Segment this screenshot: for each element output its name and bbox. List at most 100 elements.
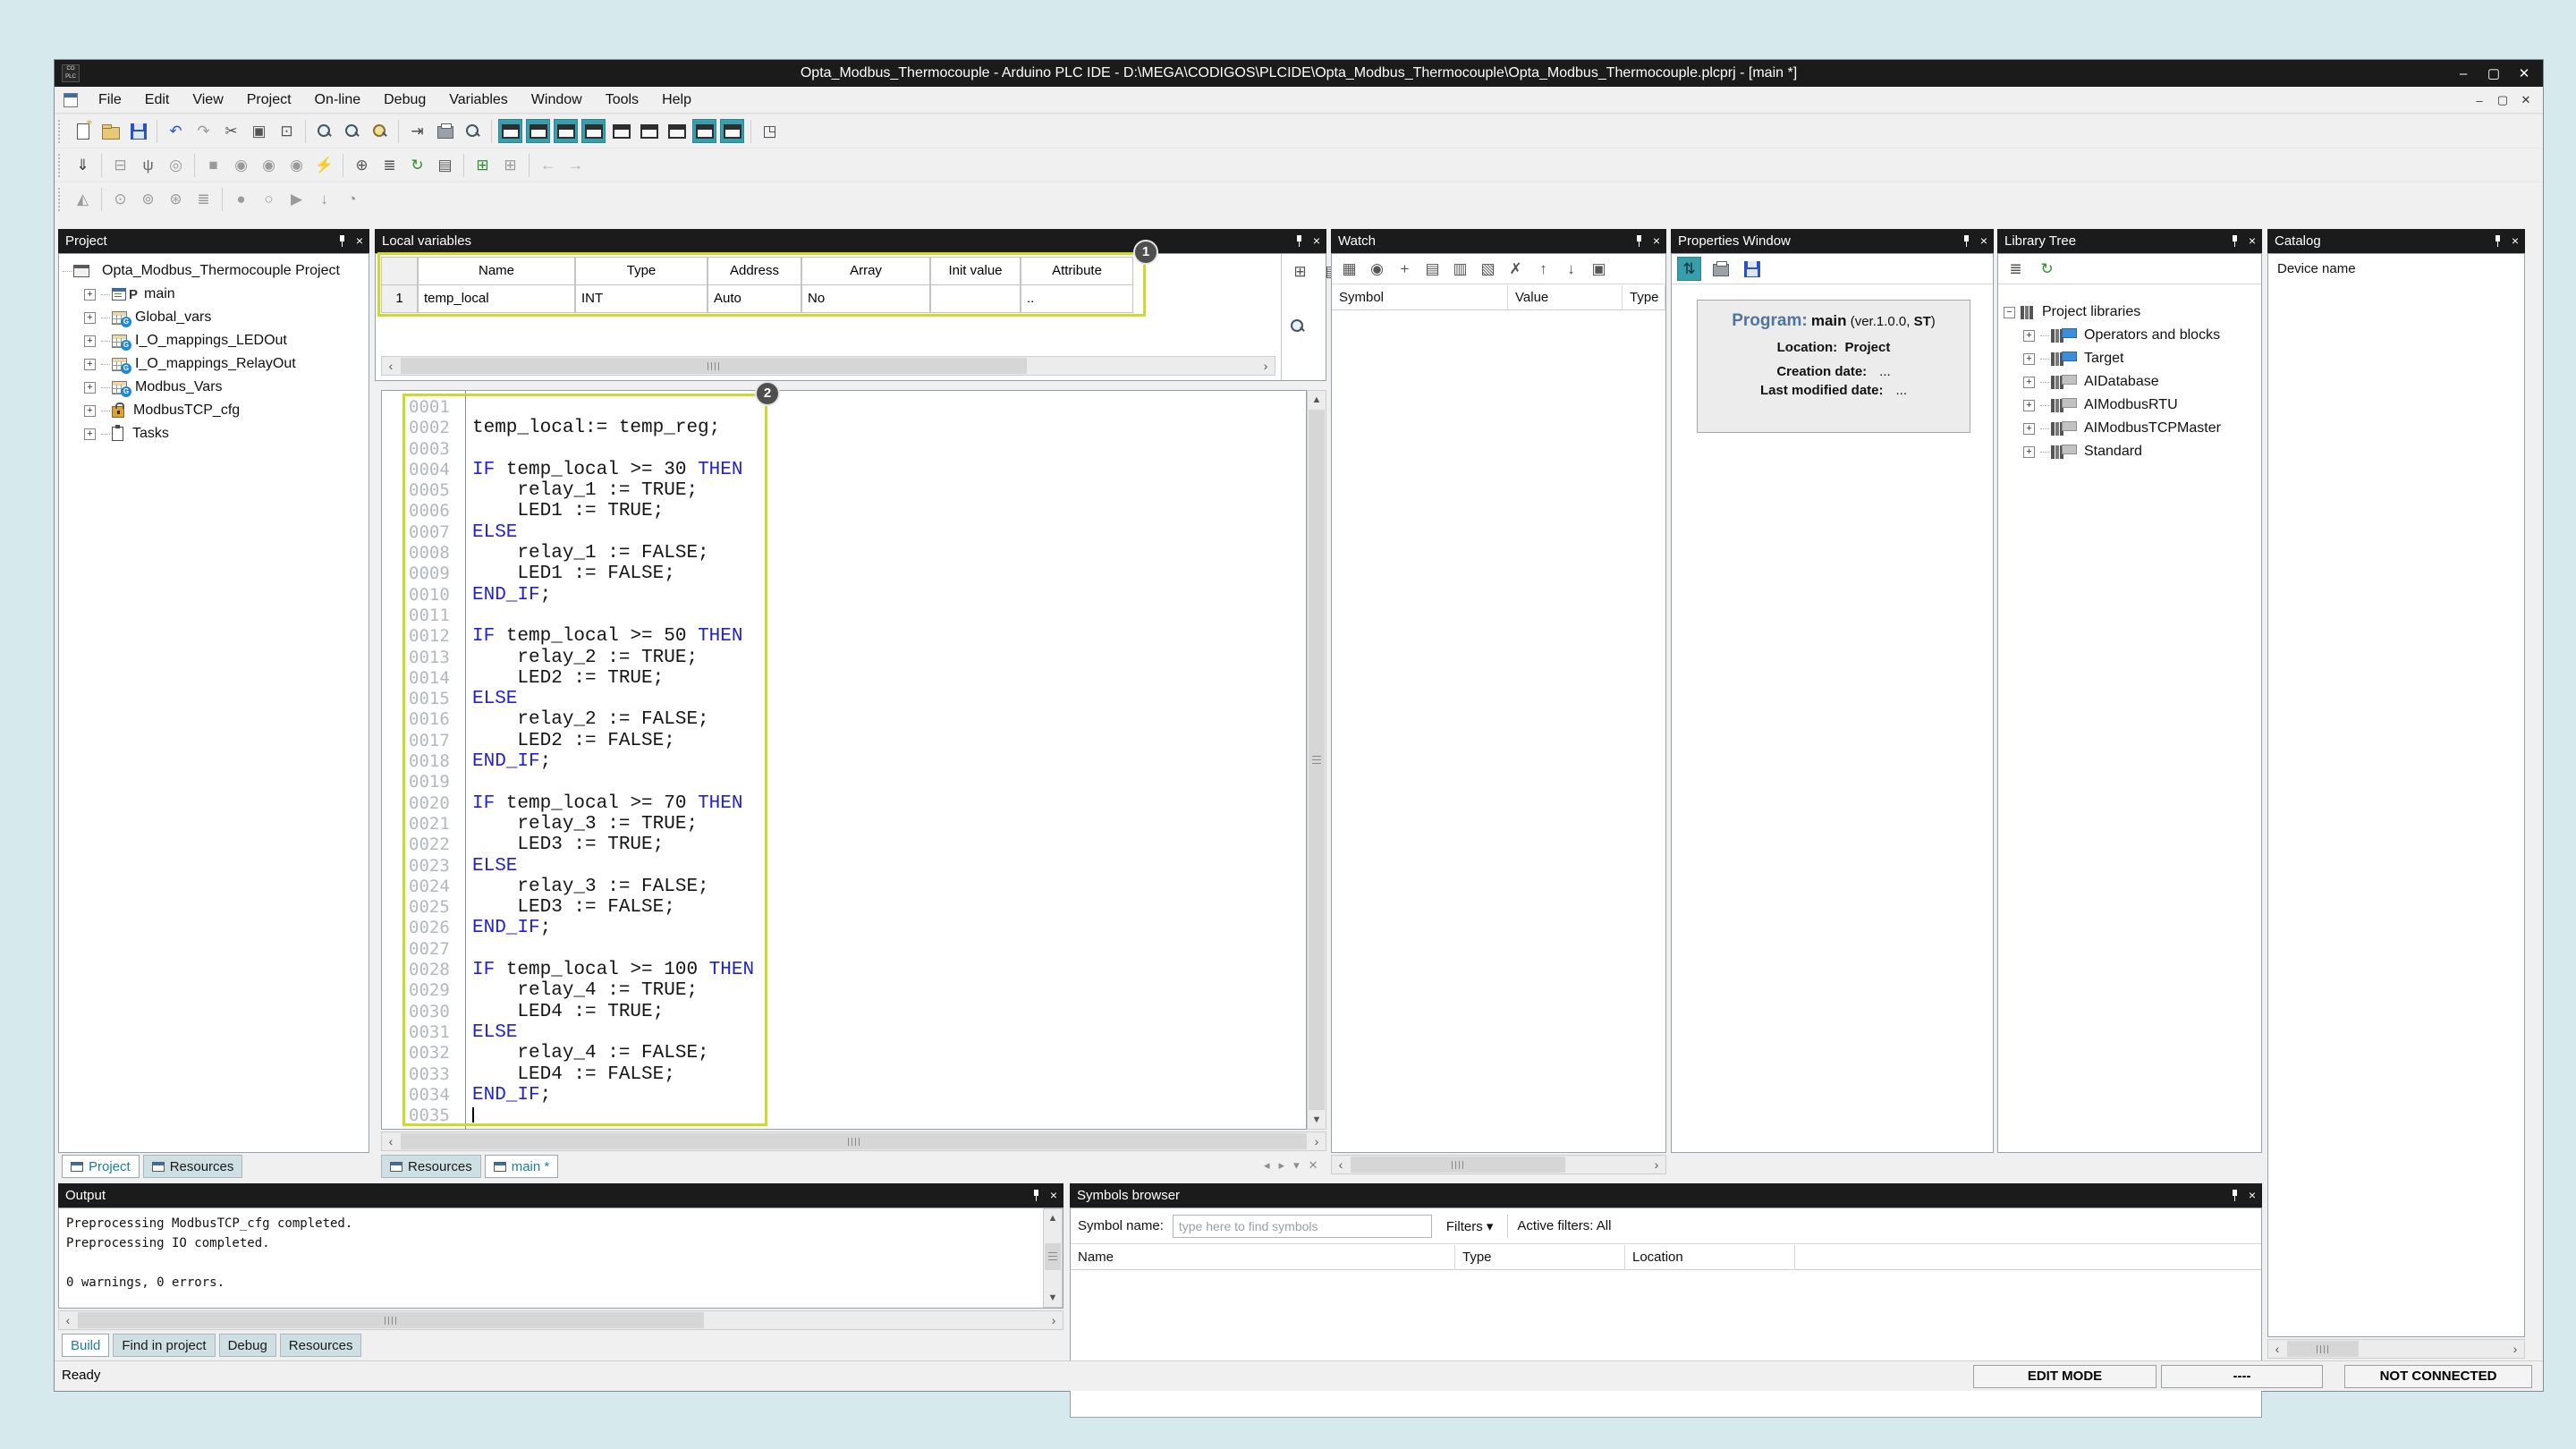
pin-icon[interactable] <box>1962 235 1970 247</box>
tab-debug[interactable]: Debug <box>219 1334 276 1357</box>
code-line[interactable]: LED3 := FALSE; <box>472 897 754 918</box>
clear-watch-icon[interactable]: ✗ <box>1504 257 1528 281</box>
graphic-trigger-icon[interactable]: ◉ <box>284 153 309 177</box>
load-watch-list-icon[interactable]: ▥ <box>1448 257 1472 281</box>
code-line[interactable]: IF temp_local >= 70 THEN <box>472 793 754 814</box>
tab-resources[interactable]: Resources <box>381 1155 481 1178</box>
tree-item-tasks[interactable]: +Tasks <box>63 422 369 445</box>
tab-build[interactable]: Build <box>62 1334 109 1357</box>
symbol-search-input[interactable] <box>1173 1215 1432 1238</box>
find-in-project-icon[interactable] <box>368 119 392 143</box>
code-line[interactable]: relay_3 := FALSE; <box>472 877 754 897</box>
io-view-icon[interactable]: ▤ <box>433 153 457 177</box>
expand-icon[interactable]: + <box>2023 446 2035 458</box>
library-item-aimodbustcpmaster[interactable]: +AIModbusTCPMaster <box>2004 417 2261 440</box>
output-vscrollbar[interactable]: ▲▼ <box>1043 1208 1063 1308</box>
tab-main[interactable]: main * <box>485 1155 559 1178</box>
attach-libraries-icon[interactable]: ≣ <box>377 153 402 177</box>
code-line[interactable]: LED3 := TRUE; <box>472 835 754 855</box>
pin-icon[interactable] <box>1295 235 1303 247</box>
toggle-project-window-icon[interactable] <box>498 119 522 143</box>
cell-address[interactable]: Auto <box>708 284 801 313</box>
halt-icon[interactable]: ■ <box>201 153 225 177</box>
code-line[interactable]: IF temp_local >= 30 THEN <box>472 460 754 480</box>
cut-icon[interactable]: ✂ <box>219 119 243 143</box>
menu-tools[interactable]: Tools <box>594 87 650 114</box>
toolbar-handle[interactable] <box>58 120 64 143</box>
code-line[interactable]: relay_1 := FALSE; <box>472 543 754 564</box>
close-icon[interactable]: × <box>356 229 363 253</box>
toggle-library-window-icon[interactable] <box>554 119 578 143</box>
download-code-icon[interactable]: ⇓ <box>71 153 95 177</box>
code-line[interactable]: LED2 := TRUE; <box>472 668 754 689</box>
add-symbol-icon[interactable]: + <box>1393 257 1417 281</box>
pin-icon[interactable] <box>1635 235 1643 247</box>
browse-resources-icon[interactable]: ⊕ <box>350 153 374 177</box>
toggle-watch-window-icon[interactable] <box>581 119 606 143</box>
expand-icon[interactable]: + <box>2023 353 2035 365</box>
save-watch-list-icon[interactable]: ▤ <box>1420 257 1445 281</box>
pin-icon[interactable] <box>2231 235 2239 247</box>
code-line[interactable]: IF temp_local >= 100 THEN <box>472 960 754 980</box>
new-project-icon[interactable] <box>71 119 95 143</box>
library-root-item[interactable]: −Project libraries <box>2004 301 2261 324</box>
navigate-back-icon[interactable]: ← <box>536 153 560 177</box>
tree-item-modbustcp_cfg[interactable]: +ModbusTCP_cfg <box>63 399 369 422</box>
refresh-library-icon[interactable]: ↻ <box>2035 257 2059 281</box>
expand-icon[interactable]: + <box>84 428 96 440</box>
live-debug-icon[interactable]: ⊙ <box>108 187 132 211</box>
code-line[interactable] <box>472 606 754 626</box>
expand-icon[interactable]: + <box>84 289 96 301</box>
navigate-forward-icon[interactable]: → <box>564 153 588 177</box>
mdi-minimize-button[interactable]: – <box>2468 94 2491 107</box>
code-line[interactable]: LED1 := TRUE; <box>472 501 754 521</box>
toggle-source-editor-icon[interactable] <box>692 119 716 143</box>
project-root-item[interactable]: Opta_Modbus_Thermocouple Project <box>63 259 369 283</box>
library-item-standard[interactable]: +Standard <box>2004 440 2261 463</box>
code-line[interactable]: IF temp_local >= 50 THEN <box>472 626 754 647</box>
move-down-icon[interactable]: ↓ <box>1559 257 1583 281</box>
paste-icon[interactable]: ⊡ <box>275 119 299 143</box>
tab-resources[interactable]: Resources <box>280 1334 362 1357</box>
code-line[interactable]: relay_3 := TRUE; <box>472 814 754 835</box>
close-icon[interactable]: × <box>2249 1183 2256 1208</box>
code-line[interactable]: LED2 := FALSE; <box>472 731 754 751</box>
print-icon[interactable] <box>433 119 457 143</box>
insert-record-icon[interactable]: ⊞ <box>470 153 495 177</box>
cell-array[interactable]: No <box>801 284 930 313</box>
editor-hscrollbar[interactable]: ‹› <box>381 1131 1326 1151</box>
toggle-oscilloscope-window-icon[interactable] <box>609 119 633 143</box>
toggle-properties-window-icon[interactable] <box>526 119 550 143</box>
save-project-icon[interactable] <box>126 119 150 143</box>
lock-watch-icon[interactable]: ◉ <box>1365 257 1389 281</box>
copy-icon[interactable]: ▣ <box>247 119 271 143</box>
filters-button[interactable]: Filters ▾ <box>1441 1216 1499 1236</box>
code-line[interactable]: END_IF; <box>472 751 754 772</box>
menu-online[interactable]: On-line <box>303 87 373 114</box>
debug-options-icon[interactable]: ⊛ <box>164 187 188 211</box>
redo-icon[interactable]: ↷ <box>191 119 216 143</box>
categorized-view-icon[interactable]: ⇅ <box>1677 257 1701 281</box>
save-watch-as-icon[interactable]: ▧ <box>1476 257 1500 281</box>
code-line[interactable] <box>472 772 754 792</box>
connect-icon[interactable]: ψ <box>136 153 160 177</box>
move-up-icon[interactable]: ↑ <box>1531 257 1555 281</box>
mdi-restore-button[interactable]: ▢ <box>2491 93 2514 107</box>
expand-icon[interactable]: + <box>2023 330 2035 342</box>
close-icon[interactable]: × <box>2512 229 2519 253</box>
close-icon[interactable]: × <box>1980 229 1987 253</box>
code-editor[interactable]: 0001000200030004000500060007000800090010… <box>381 390 1307 1130</box>
tab-findinproject[interactable]: Find in project <box>113 1334 215 1357</box>
remove-breakpoint-icon[interactable]: ○ <box>257 187 281 211</box>
code-line[interactable]: END_IF; <box>472 585 754 606</box>
call-tree-icon[interactable]: ≣ <box>191 187 216 211</box>
expand-icon[interactable]: + <box>84 405 96 417</box>
quick-connect-icon[interactable]: ⚡ <box>312 153 336 177</box>
library-item-target[interactable]: +Target <box>2004 347 2261 370</box>
duplicate-watch-icon[interactable]: ▣ <box>1587 257 1611 281</box>
expand-icon[interactable]: + <box>2023 377 2035 388</box>
pin-icon[interactable] <box>338 235 346 247</box>
step-out-icon[interactable]: ◔ <box>340 187 364 211</box>
tab-resources[interactable]: Resources <box>143 1155 243 1178</box>
code-line[interactable]: LED4 := FALSE; <box>472 1064 754 1085</box>
